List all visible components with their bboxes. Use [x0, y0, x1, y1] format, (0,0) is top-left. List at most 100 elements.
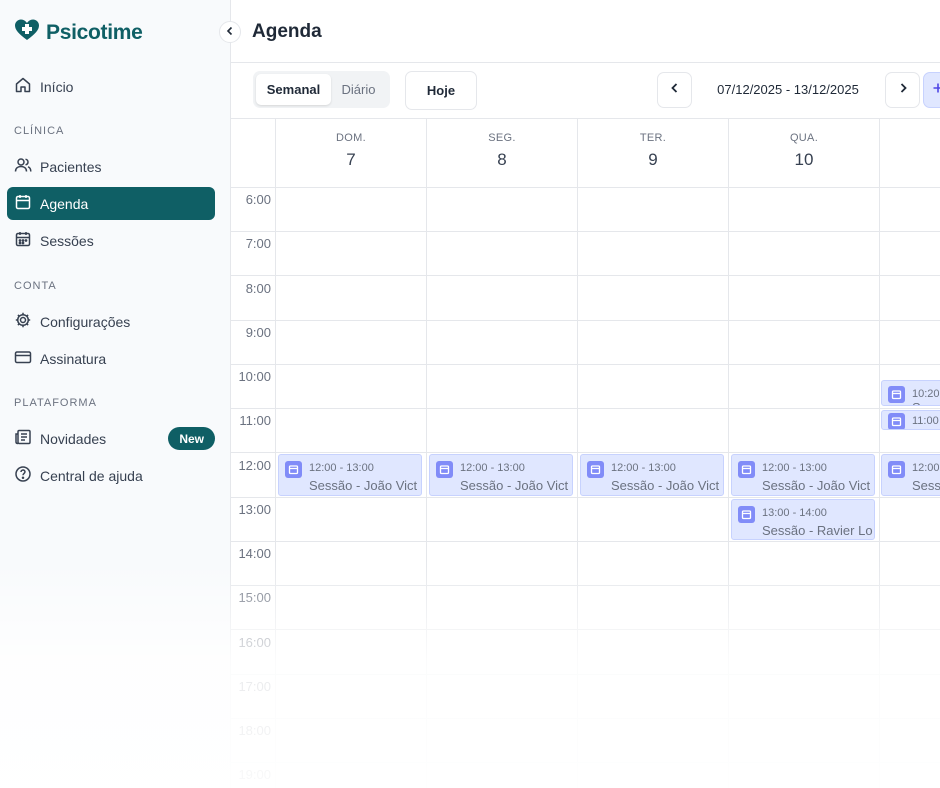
calendar-event[interactable]: 12:00 - 13:00 Sessão - João Vict: [580, 454, 724, 496]
credit-card-icon: [14, 348, 32, 369]
grid-line: [231, 364, 940, 365]
sidebar-item-label: Novidades: [40, 430, 107, 447]
hour-label: 19:00: [238, 767, 271, 782]
view-toggle: Semanal Diário: [253, 71, 390, 108]
add-button[interactable]: [923, 72, 940, 108]
grid-line: [231, 231, 940, 232]
grid-line: [426, 118, 427, 788]
calendar-event-icon: [888, 386, 905, 403]
grid-line: [231, 541, 940, 542]
sidebar-item-agenda[interactable]: Agenda: [7, 187, 215, 220]
chevron-left-icon: [669, 81, 681, 99]
sidebar-item-assinatura[interactable]: Assinatura: [7, 342, 215, 375]
day-header: QUA. 10: [728, 118, 879, 188]
calendar-icon: [14, 193, 32, 214]
grid-line: [231, 762, 940, 763]
grid-line: [231, 629, 940, 630]
users-icon: [14, 156, 32, 177]
sidebar-item-ajuda[interactable]: Central de ajuda: [7, 459, 215, 492]
calendar-event[interactable]: 12:00 - 13:00 Sessão - João Vict: [429, 454, 573, 496]
day-number: 10: [794, 150, 814, 169]
calendar-event-icon: [738, 506, 755, 523]
hour-label: 10:00: [238, 369, 271, 384]
grid-line: [879, 118, 880, 788]
event-time: 12:00 - 13:00: [611, 462, 676, 474]
help-circle-icon: [14, 465, 32, 486]
calendar-event-icon: [738, 461, 755, 478]
sidebar-item-label: Início: [40, 78, 74, 95]
section-label-clinica: CLÍNICA: [14, 125, 65, 137]
day-header: SEG. 8: [426, 118, 577, 188]
sidebar: Psicotime Início CLÍNICA Pacientes Agend…: [0, 0, 231, 788]
sidebar-item-label: Central de ajuda: [40, 467, 143, 484]
sidebar-item-inicio[interactable]: Início: [7, 70, 215, 103]
calendar-event[interactable]: 12:00 - 13:00 Sessão - João Vict: [278, 454, 422, 496]
event-title: Sessão - João Vict: [460, 478, 569, 493]
sidebar-item-label: Pacientes: [40, 158, 102, 175]
sidebar-item-pacientes[interactable]: Pacientes: [7, 150, 215, 183]
date-range: 07/12/2025 - 13/12/2025: [717, 82, 859, 97]
day-number: 7: [346, 150, 356, 169]
home-icon: [14, 76, 32, 97]
grid-line: [231, 275, 940, 276]
logo[interactable]: Psicotime: [14, 18, 143, 47]
grid-line: [231, 718, 940, 719]
sidebar-item-label: Configurações: [40, 313, 131, 330]
event-title: Sessão - Ravier Lo: [762, 523, 873, 538]
plus-icon: [932, 81, 940, 99]
hour-label: 7:00: [245, 236, 271, 251]
hour-label: 14:00: [238, 546, 271, 561]
hour-label: 17:00: [238, 679, 271, 694]
hour-label: 13:00: [238, 502, 271, 517]
calendar-event[interactable]: 10:20 S: [881, 380, 940, 406]
calendar-event[interactable]: 12:00 - 13:00 Sessão - João Vict: [731, 454, 875, 496]
sidebar-item-label: Agenda: [40, 195, 89, 212]
sidebar-item-label: Sessões: [40, 232, 94, 249]
calendar-event-icon: [888, 461, 905, 478]
sidebar-item-novidades[interactable]: Novidades New: [7, 422, 215, 455]
day-header: DOM. 7: [275, 118, 426, 188]
header-divider: [231, 62, 940, 63]
day-name: SEG.: [488, 132, 516, 144]
calendar-grid: DOM. 7 SEG. 8 TER. 9 QUA. 10 6:00 7:00 8…: [231, 118, 940, 788]
section-label-plataforma: PLATAFORMA: [14, 397, 97, 409]
hour-label: 16:00: [238, 635, 271, 650]
collapse-sidebar-button[interactable]: [219, 21, 241, 43]
previous-week-button[interactable]: [657, 72, 692, 108]
grid-line: [577, 118, 578, 788]
grid-line: [231, 674, 940, 675]
day-name: TER.: [639, 132, 667, 144]
day-header: TER. 9: [577, 118, 728, 188]
calendar-event[interactable]: 12:00 Sess: [881, 454, 940, 496]
hour-label: 11:00: [239, 413, 271, 428]
new-badge: New: [168, 427, 215, 450]
event-title: S: [912, 400, 921, 405]
newspaper-icon: [14, 428, 32, 449]
sidebar-item-configuracoes[interactable]: Configurações: [7, 305, 215, 338]
grid-line: [231, 497, 940, 498]
grid-line: [728, 118, 729, 788]
hour-label: 15:00: [238, 590, 271, 605]
day-header: [879, 118, 940, 188]
page-title: Agenda: [252, 21, 322, 42]
chevron-right-icon: [897, 81, 909, 99]
logo-text: Psicotime: [46, 20, 143, 44]
calendar-event[interactable]: 11:00: [881, 410, 940, 430]
grid-line: [231, 320, 940, 321]
sidebar-item-sessoes[interactable]: Sessões: [7, 224, 215, 257]
event-time: 10:20: [912, 388, 940, 400]
view-daily-button[interactable]: Diário: [331, 74, 386, 105]
calendar-event[interactable]: 13:00 - 14:00 Sessão - Ravier Lo: [731, 499, 875, 540]
today-button[interactable]: Hoje: [405, 71, 477, 110]
event-time: 12:00 - 13:00: [762, 462, 827, 474]
next-week-button[interactable]: [885, 72, 920, 108]
grid-line: [231, 585, 940, 586]
event-time: 12:00 - 13:00: [309, 462, 374, 474]
view-weekly-button[interactable]: Semanal: [256, 74, 331, 105]
event-time: 13:00 - 14:00: [762, 507, 827, 519]
grid-line: [231, 408, 940, 409]
event-time: 12:00 - 13:00: [460, 462, 525, 474]
calendar-event-icon: [587, 461, 604, 478]
section-label-conta: CONTA: [14, 280, 57, 292]
day-name: DOM.: [336, 132, 366, 144]
